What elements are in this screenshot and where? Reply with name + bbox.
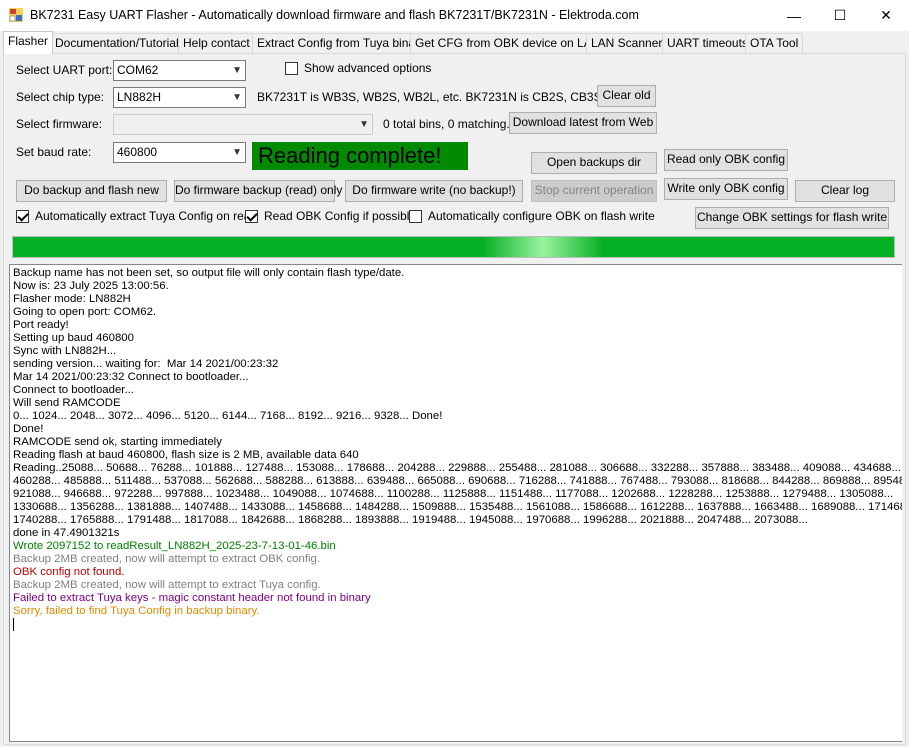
read-obk-possible-checkbox[interactable]: Read OBK Config if possible <box>245 209 416 223</box>
bins-info-text: 0 total bins, 0 matching. <box>383 117 510 131</box>
chevron-down-icon: ▼ <box>232 147 242 158</box>
baud-rate-label: Set baud rate: <box>16 145 92 159</box>
clear-old-button[interactable]: Clear old <box>597 85 656 107</box>
tab-lan-scanner[interactable]: LAN Scanner <box>586 33 668 53</box>
text-caret <box>13 618 14 631</box>
log-line: Connect to bootloader... <box>13 384 134 396</box>
log-line: Flasher mode: LN882H <box>13 293 131 305</box>
log-line: Reading flash at baud 460800, flash size… <box>13 449 359 461</box>
tab-uart-timeouts[interactable]: UART timeouts <box>662 33 753 53</box>
log-line: Reading..25088... 50688... 76288... 1018… <box>13 462 901 474</box>
checkbox-icon <box>409 209 422 223</box>
clear-log-button[interactable]: Clear log <box>795 180 895 202</box>
log-line: Wrote 2097152 to readResult_LN882H_2025-… <box>13 540 336 552</box>
firmware-select[interactable]: ▼ <box>113 114 373 135</box>
checkbox-checked-icon <box>245 209 258 223</box>
write-obk-config-button[interactable]: Write only OBK config <box>664 178 788 200</box>
auto-configure-obk-checkbox[interactable]: Automatically configure OBK on flash wri… <box>409 209 655 223</box>
checkbox-icon <box>285 61 298 75</box>
tab-get-cfg-obk[interactable]: Get CFG from OBK device on LAN <box>410 33 606 53</box>
uart-port-label: Select UART port: <box>16 63 113 77</box>
tab-help-contact[interactable]: Help contact <box>178 33 255 53</box>
tab-documentation[interactable]: Documentation/Tutorials <box>50 33 190 53</box>
uart-port-value: COM62 <box>117 63 159 77</box>
firmware-backup-button[interactable]: Do firmware backup (read) only <box>174 180 342 202</box>
chevron-down-icon: ▼ <box>359 119 369 130</box>
baud-rate-value: 460800 <box>117 145 158 159</box>
firmware-label: Select firmware: <box>16 117 103 131</box>
title-bar: BK7231 Easy UART Flasher - Automatically… <box>0 0 909 31</box>
auto-configure-obk-label: Automatically configure OBK on flash wri… <box>428 209 655 223</box>
log-output[interactable]: Backup name has not been set, so output … <box>9 264 902 742</box>
log-line: RAMCODE send ok, starting immediately <box>13 436 222 448</box>
firmware-write-button[interactable]: Do firmware write (no backup!) <box>345 180 523 202</box>
tab-flasher[interactable]: Flasher <box>3 31 54 54</box>
progress-shine <box>483 237 603 257</box>
read-obk-possible-label: Read OBK Config if possible <box>264 209 417 223</box>
log-line: done in 47.4901321s <box>13 527 120 539</box>
chevron-down-icon: ▼ <box>232 65 242 76</box>
tab-strip: Flasher Documentation/Tutorials Help con… <box>0 31 909 54</box>
open-backups-button[interactable]: Open backups dir <box>531 152 657 174</box>
change-obk-settings-button[interactable]: Change OBK settings for flash write <box>695 207 889 229</box>
baud-rate-select[interactable]: 460800 ▼ <box>113 142 246 163</box>
download-latest-button[interactable]: Download latest from Web <box>509 112 657 134</box>
close-icon: ✕ <box>880 7 892 23</box>
log-line: Failed to extract Tuya keys - magic cons… <box>13 592 371 604</box>
log-line: Setting up baud 460800 <box>13 332 134 344</box>
log-line: Backup 2MB created, now will attempt to … <box>13 579 321 591</box>
chip-type-select[interactable]: LN882H ▼ <box>113 87 246 108</box>
log-line: 1740288... 1765888... 1791488... 1817088… <box>13 514 808 526</box>
chevron-down-icon: ▼ <box>232 92 242 103</box>
uart-port-select[interactable]: COM62 ▼ <box>113 60 246 81</box>
close-button[interactable]: ✕ <box>863 0 909 31</box>
log-line: 460288... 485888... 511488... 537088... … <box>13 475 902 487</box>
log-line: Backup name has not been set, so output … <box>13 267 405 279</box>
app-icon <box>9 8 23 22</box>
read-obk-config-button[interactable]: Read only OBK config <box>664 149 788 171</box>
progress-bar <box>12 236 895 258</box>
minimize-button[interactable]: — <box>771 0 817 31</box>
tab-extract-config[interactable]: Extract Config from Tuya binary <box>252 33 431 53</box>
log-line: Now is: 23 July 2025 13:00:56. <box>13 280 169 292</box>
minimize-icon: — <box>787 7 801 24</box>
log-line: 0... 1024... 2048... 3072... 4096... 512… <box>13 410 443 422</box>
log-line: 921088... 946688... 972288... 997888... … <box>13 488 894 500</box>
chip-type-label: Select chip type: <box>16 90 105 104</box>
log-line: Port ready! <box>13 319 69 331</box>
log-line: Will send RAMCODE <box>13 397 121 409</box>
tab-ota-tool[interactable]: OTA Tool <box>745 33 804 53</box>
maximize-button[interactable]: ☐ <box>817 0 863 31</box>
show-advanced-checkbox[interactable]: Show advanced options <box>285 61 431 75</box>
log-line: Going to open port: COM62. <box>13 306 157 318</box>
log-line: OBK config not found. <box>13 566 125 578</box>
chip-info-text: BK7231T is WB3S, WB2S, WB2L, etc. BK7231… <box>257 90 625 104</box>
log-line: Backup 2MB created, now will attempt to … <box>13 553 321 565</box>
log-line: Mar 14 2021/00:23:32 Connect to bootload… <box>13 371 249 383</box>
status-banner: Reading complete! <box>252 142 468 170</box>
stop-operation-button[interactable]: Stop current operation <box>531 180 657 202</box>
log-line: Done! <box>13 423 44 435</box>
window-title: BK7231 Easy UART Flasher - Automatically… <box>30 8 639 22</box>
log-line: Sorry, failed to find Tuya Config in bac… <box>13 605 260 617</box>
checkbox-checked-icon <box>16 209 29 223</box>
chip-type-value: LN882H <box>117 90 162 104</box>
show-advanced-label: Show advanced options <box>304 61 432 75</box>
log-line: sending version... waiting for: Mar 14 2… <box>13 358 279 370</box>
auto-extract-tuya-checkbox[interactable]: Automatically extract Tuya Config on rea… <box>16 209 257 223</box>
auto-extract-tuya-label: Automatically extract Tuya Config on rea… <box>35 209 258 223</box>
flasher-panel: Select UART port: COM62 ▼ Show advanced … <box>3 53 906 745</box>
maximize-icon: ☐ <box>833 7 847 23</box>
log-line: Sync with LN882H... <box>13 345 117 357</box>
log-line: 1330688... 1356288... 1381888... 1407488… <box>13 501 902 513</box>
backup-and-flash-button[interactable]: Do backup and flash new <box>16 180 167 202</box>
